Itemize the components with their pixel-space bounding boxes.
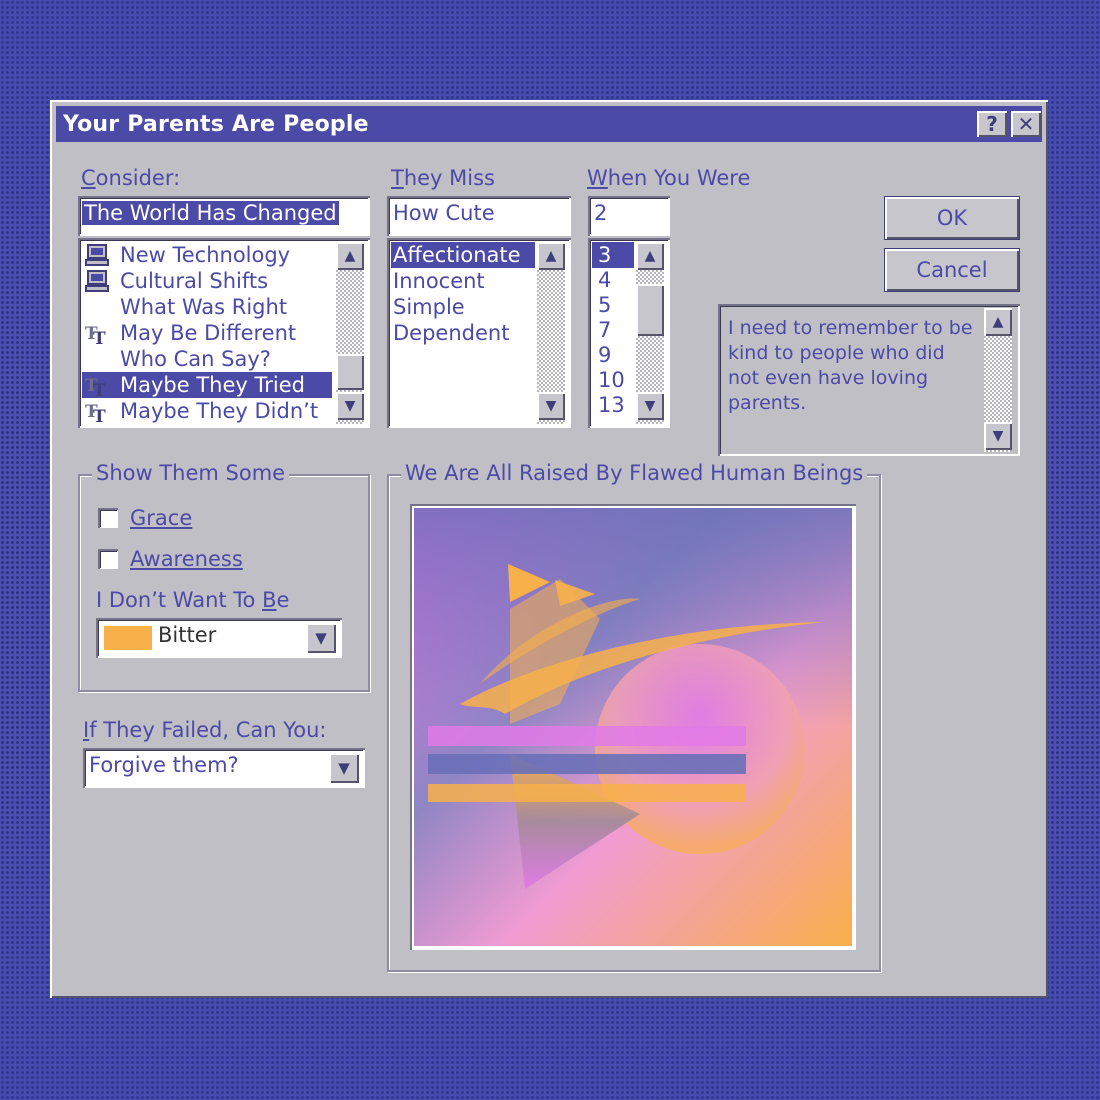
they-miss-input[interactable]: How Cute <box>387 196 571 236</box>
artwork-frame <box>410 504 856 950</box>
they-miss-label: They Miss <box>391 166 495 190</box>
scroll-up-icon[interactable]: ▲ <box>984 308 1012 336</box>
color-select[interactable]: Bitter ▼ <box>96 618 342 658</box>
chevron-down-icon[interactable]: ▼ <box>329 753 359 783</box>
dont-want-label: I Don’t Want To Be <box>96 588 290 612</box>
they-miss-input-value: How Cute <box>393 201 495 225</box>
list-item[interactable]: Affectionate <box>391 242 535 268</box>
scroll-up-icon[interactable]: ▲ <box>537 242 565 270</box>
computer-icon <box>84 243 110 267</box>
scroll-down-icon[interactable]: ▼ <box>336 392 364 420</box>
scroll-thumb[interactable] <box>636 284 664 336</box>
help-button[interactable]: ? <box>977 111 1007 137</box>
scroll-down-icon[interactable]: ▼ <box>537 392 565 420</box>
awareness-checkbox[interactable] <box>98 549 118 569</box>
window-title: Your Parents Are People <box>63 112 369 137</box>
when-you-were-input[interactable]: 2 <box>588 196 670 236</box>
list-item[interactable]: 5 <box>592 292 611 318</box>
computer-icon <box>84 269 110 293</box>
list-item[interactable]: 9 <box>592 342 611 368</box>
ok-button[interactable]: OK <box>885 197 1019 239</box>
scroll-down-icon[interactable]: ▼ <box>636 392 664 420</box>
note-text-line: parents. <box>728 392 807 414</box>
grace-checkbox[interactable] <box>98 508 118 528</box>
note-textarea[interactable]: I need to remember to be kind to people w… <box>718 304 1020 456</box>
dialog-window: Your Parents Are People ? ✕ Consider: Th… <box>50 100 1048 998</box>
chevron-down-icon[interactable]: ▼ <box>306 623 336 653</box>
svg-text:T: T <box>93 329 106 345</box>
font-tt-icon: TT <box>84 321 110 349</box>
list-item[interactable]: Dependent <box>391 320 509 346</box>
note-text-line: I need to remember to be <box>728 317 973 339</box>
show-them-some-group: Show Them Some Grace Awareness I Don’t W… <box>78 461 370 692</box>
list-item[interactable]: What Was Right <box>120 294 287 320</box>
cancel-button[interactable]: Cancel <box>885 249 1019 291</box>
close-button[interactable]: ✕ <box>1011 111 1041 137</box>
font-tt-icon: TT <box>84 373 110 401</box>
consider-input-value: The World Has Changed <box>82 201 339 225</box>
list-item[interactable]: 7 <box>592 317 611 343</box>
scroll-up-icon[interactable]: ▲ <box>636 242 664 270</box>
when-you-were-input-value: 2 <box>594 201 608 225</box>
list-item[interactable]: 4 <box>592 267 611 293</box>
if-failed-value: Forgive them? <box>89 753 239 777</box>
when-you-were-label: When You Were <box>587 166 751 190</box>
consider-list[interactable]: New Technology Cultural Shifts What Was Ri… <box>78 238 370 428</box>
note-text-line: not even have loving <box>728 367 929 389</box>
list-item[interactable]: Cultural Shifts <box>120 268 268 294</box>
svg-text:T: T <box>93 407 106 423</box>
scroll-up-icon[interactable]: ▲ <box>336 242 364 270</box>
list-item[interactable]: Maybe They Didn’t <box>120 398 318 424</box>
list-item[interactable]: May Be Different <box>120 320 296 346</box>
if-failed-label: If They Failed, Can You: <box>83 718 327 742</box>
list-item[interactable]: Simple <box>391 294 465 320</box>
list-item[interactable]: New Technology <box>120 242 290 268</box>
color-swatch <box>104 626 152 650</box>
scroll-down-icon[interactable]: ▼ <box>984 422 1012 450</box>
awareness-label[interactable]: Awareness <box>130 547 243 571</box>
consider-input[interactable]: The World Has Changed <box>78 196 370 236</box>
list-item[interactable]: Maybe They Tried <box>82 372 332 398</box>
when-you-were-list[interactable]: 3 4 5 7 9 10 13 ▲ ▼ <box>588 238 670 428</box>
title-bar[interactable]: Your Parents Are People ? ✕ <box>56 106 1042 142</box>
list-item[interactable]: Who Can Say? <box>120 346 271 372</box>
color-select-value: Bitter <box>158 623 217 647</box>
note-text-line: kind to people who did <box>728 342 945 364</box>
grace-label[interactable]: Grace <box>130 506 192 530</box>
list-item[interactable]: Innocent <box>391 268 485 294</box>
consider-label: Consider: <box>81 166 181 190</box>
list-item[interactable]: 13 <box>592 392 625 418</box>
abstract-artwork-image <box>414 508 852 946</box>
they-miss-list[interactable]: Affectionate Innocent Simple Dependent ▲ ▼ <box>387 238 571 428</box>
list-item[interactable]: 10 <box>592 367 625 393</box>
list-item[interactable]: 3 <box>592 242 634 268</box>
font-tt-icon: TT <box>84 399 110 427</box>
group-title: Show Them Some <box>92 461 290 485</box>
scroll-thumb[interactable] <box>336 354 364 390</box>
group-title: We Are All Raised By Flawed Human Beings <box>401 461 868 485</box>
if-failed-select[interactable]: Forgive them? ▼ <box>83 748 365 788</box>
svg-text:T: T <box>93 381 106 397</box>
